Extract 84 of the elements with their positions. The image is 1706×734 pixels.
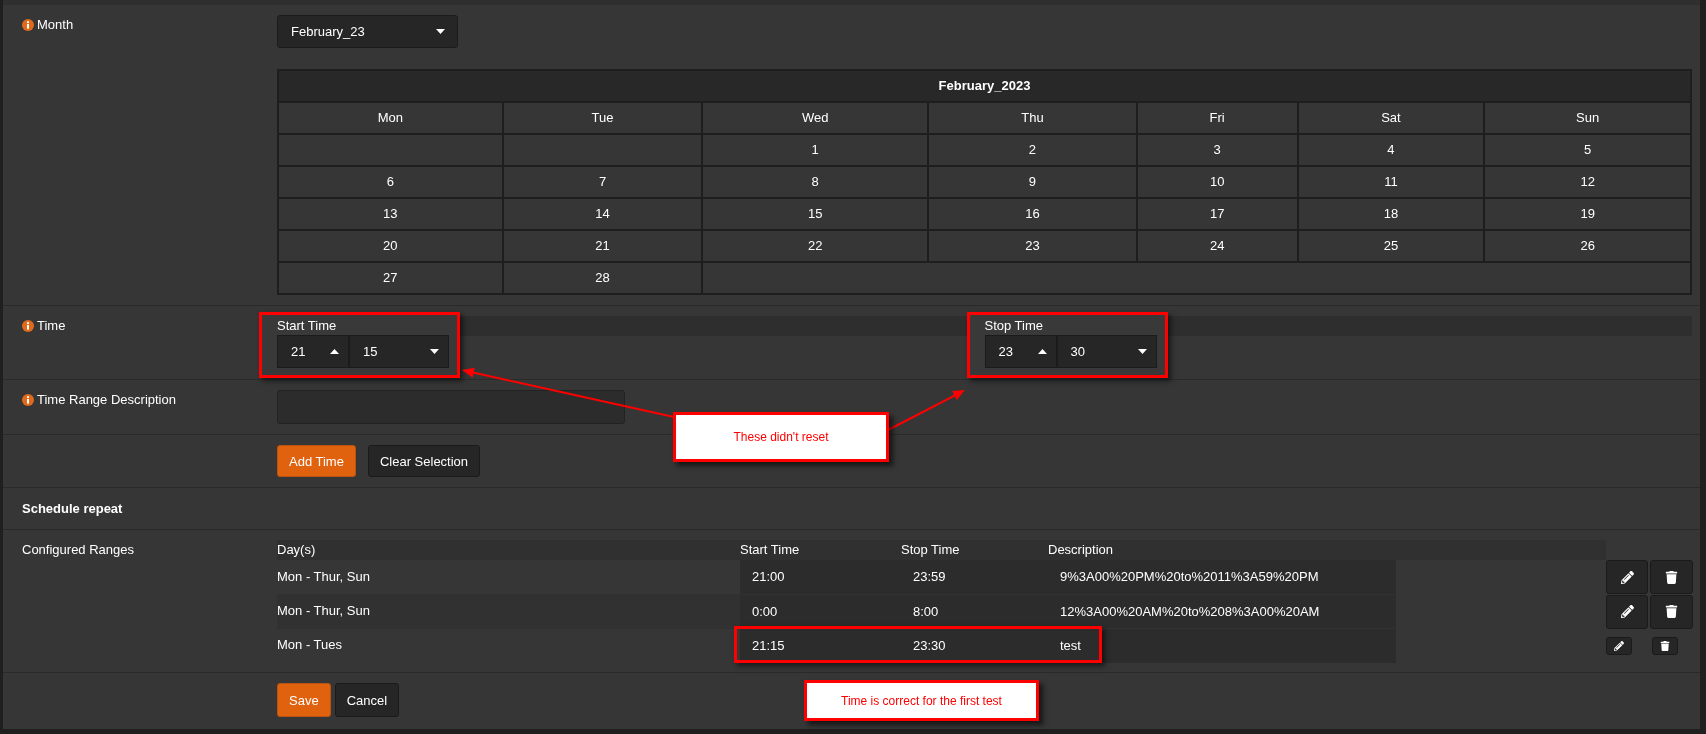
weekday-header[interactable]: Tue (503, 103, 702, 133)
weekday-header[interactable]: Wed (703, 103, 928, 133)
calendar-day[interactable]: 2 (929, 135, 1136, 165)
edit-button[interactable] (1606, 560, 1648, 594)
calendar-day[interactable]: 17 (1137, 199, 1297, 229)
input-field[interactable] (277, 390, 625, 424)
callout-note: These didn't reset (673, 412, 889, 462)
callout-note: Time is correct for the first test (804, 680, 1039, 721)
field-label: Time (37, 318, 66, 334)
column-header: Description (1048, 541, 1115, 559)
caret-down-icon (436, 29, 445, 34)
column-header: Start Time (740, 541, 801, 559)
calendar-day[interactable]: 19 (1485, 199, 1690, 229)
hour-select[interactable]: 23 (984, 335, 1057, 368)
calendar-day[interactable]: 4 (1298, 135, 1484, 165)
calendar-day[interactable]: 13 (279, 199, 502, 229)
field-label: Configured Ranges (22, 542, 135, 558)
table-cell: 9%3A00%20PM%20to%2011%3A59%20PM (1048, 560, 1396, 594)
calendar-day[interactable]: 26 (1485, 231, 1690, 261)
edit-button[interactable] (1606, 636, 1632, 655)
minute-select[interactable]: 30 (1056, 335, 1157, 368)
calendar-day[interactable]: 18 (1298, 199, 1484, 229)
calendar-day[interactable]: 10 (1137, 167, 1297, 197)
table-cell: Mon - Thur, Sun (277, 594, 740, 629)
calendar-day[interactable]: 15 (703, 199, 928, 229)
calendar-day[interactable]: 21 (503, 231, 702, 261)
calendar-day[interactable]: 9 (929, 167, 1136, 197)
table-cell: 23:59 (901, 560, 1048, 594)
hour-select[interactable]: 21 (277, 335, 349, 368)
calendar-day[interactable]: 3 (1137, 135, 1297, 165)
minute-select[interactable]: 15 (349, 335, 449, 368)
calendar-title: February_2023 (279, 71, 1690, 101)
form-primary-button[interactable]: Save (277, 683, 331, 717)
weekday-header[interactable]: Sun (1485, 103, 1690, 133)
table-cell-text: Mon - Tues (277, 636, 344, 654)
pencil-icon (1620, 605, 1634, 618)
time-label: Start Time (277, 318, 338, 334)
delete-button[interactable] (1650, 560, 1693, 594)
edit-button[interactable] (1606, 594, 1648, 629)
calendar-day[interactable]: 6 (279, 167, 502, 197)
pencil-icon (1614, 640, 1624, 651)
calendar-day[interactable]: 8 (703, 167, 928, 197)
column-header: Day(s) (277, 541, 317, 559)
pencil-icon (1620, 570, 1634, 584)
form-button[interactable]: Cancel (334, 683, 400, 717)
table-cell-text: Mon - Thur, Sun (277, 568, 371, 586)
trash-icon (1665, 605, 1678, 618)
delete-button[interactable] (1652, 636, 1678, 655)
delete-button[interactable] (1650, 594, 1693, 629)
calendar-day[interactable]: 25 (1298, 231, 1484, 261)
time-primary-button[interactable]: Add Time (277, 445, 356, 477)
calendar-day[interactable]: 16 (929, 199, 1136, 229)
weekday-header[interactable]: Thu (929, 103, 1136, 133)
calendar-day[interactable]: 7 (503, 167, 702, 197)
caret-down-icon (430, 349, 439, 354)
caret-down-icon (1137, 349, 1147, 354)
calendar-day[interactable]: 14 (503, 199, 702, 229)
field-label: Time Range Description (37, 392, 176, 408)
calendar-day[interactable]: 24 (1137, 231, 1297, 261)
calendar-day[interactable]: 20 (279, 231, 502, 261)
weekday-header[interactable]: Sat (1298, 103, 1484, 133)
time-label: Stop Time (984, 318, 1045, 334)
weekday-header[interactable]: Fri (1137, 103, 1297, 133)
calendar-day[interactable]: 12 (1485, 167, 1690, 197)
time-button[interactable]: Clear Selection (367, 445, 481, 477)
calendar-day[interactable]: 27 (279, 263, 502, 293)
calendar-day[interactable]: 1 (703, 135, 928, 165)
calendar-day[interactable]: 28 (503, 263, 702, 293)
month-select[interactable]: February_23 (277, 15, 458, 48)
column-header: Stop Time (901, 541, 961, 559)
trash-icon (1665, 570, 1678, 584)
table-cell: 12%3A00%20AM%20to%208%3A00%20AM (1048, 594, 1396, 629)
calendar-day[interactable]: 22 (703, 231, 928, 261)
caret-up-icon (1037, 349, 1047, 354)
field-label: Month (37, 17, 74, 33)
trash-icon (1660, 640, 1670, 651)
calendar-day[interactable]: 23 (929, 231, 1136, 261)
caret-up-icon (330, 349, 339, 354)
table-cell: test (1048, 628, 1396, 663)
table-cell: 21:00 (740, 560, 901, 594)
weekday-header[interactable]: Mon (279, 103, 502, 133)
calendar-day[interactable]: 11 (1298, 167, 1484, 197)
calendar-day[interactable]: 5 (1485, 135, 1690, 165)
section-title: Schedule repeat (22, 501, 123, 516)
